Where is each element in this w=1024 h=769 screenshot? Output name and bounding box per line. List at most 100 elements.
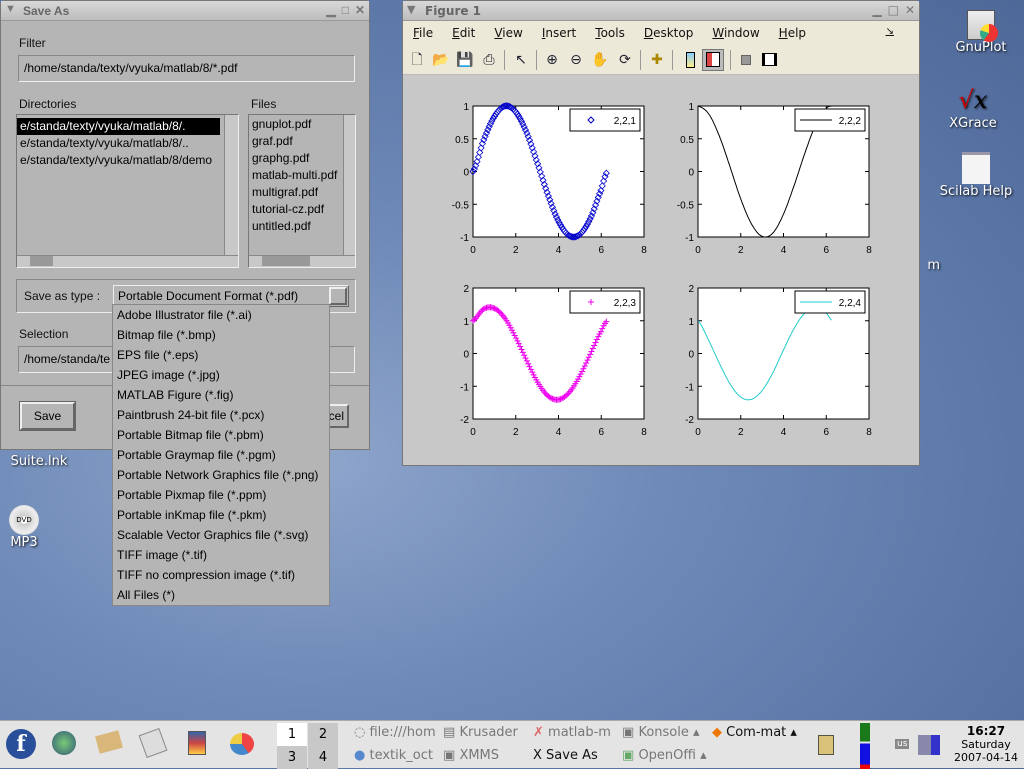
dialog-title-bar[interactable]: ▼ Save As ▁ □ ✕: [1, 1, 369, 21]
list-item[interactable]: multigraf.pdf: [249, 184, 355, 201]
dropdown-option[interactable]: TIFF no compression image (*.tif): [113, 565, 329, 585]
desktop-icon-suite-lnk[interactable]: Suite.lnk: [0, 454, 84, 469]
menu-edit[interactable]: Edit: [452, 26, 475, 46]
task-save-as[interactable]: X Save As: [533, 748, 598, 763]
dropdown-option[interactable]: Paintbrush 24-bit file (*.pcx): [113, 405, 329, 425]
save-icon[interactable]: 💾: [456, 51, 474, 69]
zoom-out-icon[interactable]: ⊖: [567, 51, 585, 69]
task-file-browser[interactable]: ◌ file:///hom: [354, 725, 436, 740]
maximize-icon[interactable]: □: [888, 3, 899, 17]
dropdown-option[interactable]: Portable inKmap file (*.pkm): [113, 505, 329, 525]
rotate-3d-icon[interactable]: ⟳: [616, 51, 634, 69]
x-tick-label: 4: [556, 245, 562, 256]
desktop-icon-gnuplot[interactable]: GnuPlot: [936, 10, 1024, 55]
list-item[interactable]: e/standa/texty/vyuka/matlab/8/.: [17, 118, 220, 135]
list-item[interactable]: gnuplot.pdf: [249, 116, 355, 133]
dropdown-option[interactable]: EPS file (*.eps): [113, 345, 329, 365]
list-item[interactable]: untitled.pdf: [249, 218, 355, 235]
menu-window[interactable]: Window: [712, 26, 759, 46]
workspace-1[interactable]: 1: [277, 723, 307, 746]
task-matlab[interactable]: ✗ matlab-m: [533, 725, 611, 740]
window-menu-icon[interactable]: ▼: [407, 3, 415, 16]
dropdown-option[interactable]: Portable Network Graphics file (*.png): [113, 465, 329, 485]
task-krusader[interactable]: ▤ Krusader: [443, 725, 518, 740]
menu-help[interactable]: Help: [779, 26, 806, 46]
zoom-in-icon[interactable]: ⊕: [543, 51, 561, 69]
minimize-icon[interactable]: ▁: [872, 3, 881, 17]
office-impress-icon[interactable]: [188, 731, 206, 755]
list-item[interactable]: graf.pdf: [249, 133, 355, 150]
workspace-2[interactable]: 2: [308, 723, 338, 746]
save-type-dropdown-list[interactable]: Adobe Illustrator file (*.ai) Bitmap file…: [112, 304, 330, 606]
task-openoffice[interactable]: ▣ OpenOffi ▴: [622, 748, 707, 763]
maximize-icon[interactable]: □: [342, 3, 349, 17]
colorbar-icon[interactable]: [681, 51, 699, 69]
figure-title-bar[interactable]: ▼ Figure 1 ▁ □ ✕: [403, 1, 919, 21]
desktop-icon-mp3[interactable]: DVD MP3: [0, 505, 69, 550]
dropdown-option[interactable]: Portable Pixmap file (*.ppm): [113, 485, 329, 505]
dropdown-button[interactable]: [329, 287, 347, 305]
new-file-icon[interactable]: 🗋: [408, 51, 426, 69]
dropdown-option[interactable]: All Files (*): [113, 585, 329, 605]
x-tick-label: 0: [470, 427, 476, 438]
clock[interactable]: 16:27 Saturday 2007-04-14: [948, 724, 1024, 764]
y-tick-label: -1: [685, 233, 694, 244]
workspace-3[interactable]: 3: [277, 746, 307, 769]
data-cursor-icon[interactable]: ✚: [648, 51, 666, 69]
dropdown-option[interactable]: Adobe Illustrator file (*.ai): [113, 305, 329, 325]
system-monitor[interactable]: [860, 723, 870, 769]
list-item[interactable]: e/standa/texty/vyuka/matlab/8/..: [17, 135, 238, 152]
dropdown-option[interactable]: Portable Bitmap file (*.pbm): [113, 425, 329, 445]
list-item[interactable]: matlab-multi.pdf: [249, 167, 355, 184]
minimize-icon[interactable]: ▁: [326, 3, 335, 17]
show-plot-tools-icon[interactable]: [760, 51, 778, 69]
legend-icon[interactable]: [702, 49, 724, 71]
network-icon[interactable]: [918, 735, 940, 755]
office-writer-icon[interactable]: [138, 727, 168, 759]
menu-insert[interactable]: Insert: [542, 26, 576, 46]
desktop-icon-scilab-help[interactable]: Scilab Help: [931, 152, 1021, 199]
close-icon[interactable]: ✕: [905, 3, 915, 17]
menu-file[interactable]: File: [413, 26, 433, 46]
task-com-mat[interactable]: ◆ Com-mat ▴: [712, 725, 797, 740]
menu-tools[interactable]: Tools: [595, 26, 625, 46]
dropdown-option[interactable]: Portable Graymap file (*.pgm): [113, 445, 329, 465]
task-xmms[interactable]: ▣ XMMS: [443, 748, 499, 763]
open-file-icon[interactable]: 📂: [432, 51, 450, 69]
keyboard-layout-indicator[interactable]: us: [895, 739, 910, 749]
files-list[interactable]: gnuplot.pdf graf.pdf graphg.pdf matlab-m…: [248, 114, 356, 268]
dock-arrow-icon[interactable]: ↘: [886, 26, 894, 37]
dropdown-option[interactable]: Bitmap file (*.bmp): [113, 325, 329, 345]
list-item[interactable]: graphg.pdf: [249, 150, 355, 167]
menu-desktop[interactable]: Desktop: [644, 26, 694, 46]
dropdown-option[interactable]: JPEG image (*.jpg): [113, 365, 329, 385]
mail-icon[interactable]: [95, 730, 123, 754]
vertical-scrollbar[interactable]: [343, 115, 355, 255]
task-konsole[interactable]: ▣ Konsole ▴: [622, 725, 700, 740]
pan-hand-icon[interactable]: ✋: [591, 51, 609, 69]
horizontal-scrollbar[interactable]: [249, 255, 355, 267]
menu-view[interactable]: View: [494, 26, 522, 46]
close-icon[interactable]: ✕: [355, 3, 365, 17]
print-icon[interactable]: ⎙: [480, 51, 498, 69]
list-item[interactable]: tutorial-cz.pdf: [249, 201, 355, 218]
filter-input[interactable]: /home/standa/texty/vyuka/matlab/8/*.pdf: [18, 55, 355, 82]
window-menu-icon[interactable]: ▼: [5, 3, 16, 15]
workspace-4[interactable]: 4: [308, 746, 338, 769]
dropdown-option[interactable]: TIFF image (*.tif): [113, 545, 329, 565]
save-button[interactable]: Save: [19, 401, 76, 431]
list-item[interactable]: e/standa/texty/vyuka/matlab/8/demo: [17, 152, 238, 169]
web-browser-icon[interactable]: [52, 731, 76, 755]
clipboard-icon[interactable]: [818, 735, 834, 755]
dropdown-option[interactable]: Scalable Vector Graphics file (*.svg): [113, 525, 329, 545]
task-textik[interactable]: ● textik_oct: [354, 748, 433, 763]
horizontal-scrollbar[interactable]: [17, 255, 238, 267]
dropdown-option[interactable]: MATLAB Figure (*.fig): [113, 385, 329, 405]
fedora-menu-icon[interactable]: f: [6, 729, 36, 759]
office-calc-icon[interactable]: [230, 733, 254, 755]
vertical-scrollbar[interactable]: [224, 115, 238, 255]
directories-list[interactable]: e/standa/texty/vyuka/matlab/8/. e/standa…: [16, 114, 239, 268]
hide-plot-tools-icon[interactable]: [737, 51, 755, 69]
desktop-icon-xgrace[interactable]: √x XGrace: [928, 86, 1018, 131]
select-arrow-icon[interactable]: ↖: [512, 51, 530, 69]
